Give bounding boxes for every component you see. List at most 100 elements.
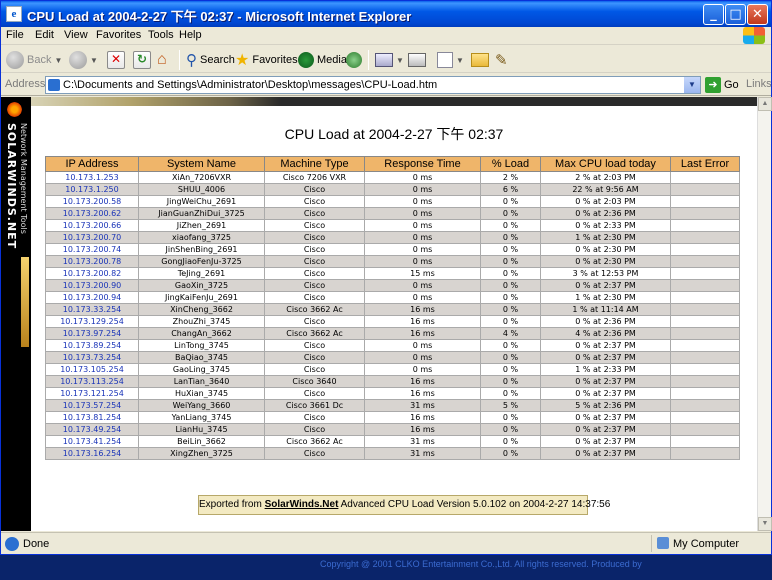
cell-system-name: TeJing_2691 xyxy=(138,267,265,280)
cell-last-error xyxy=(670,207,740,220)
cell-ip-address[interactable]: 10.173.121.254 xyxy=(45,387,139,400)
menu-view[interactable]: View xyxy=(64,29,88,41)
cell-max-cpu-load: 5 % at 2:36 PM xyxy=(540,399,671,412)
cell-ip-address[interactable]: 10.173.200.70 xyxy=(45,231,139,244)
menu-help[interactable]: Help xyxy=(179,29,202,41)
cell-max-cpu-load: 1 % at 2:33 PM xyxy=(540,363,671,376)
cell-load: 0 % xyxy=(480,291,541,304)
media-button[interactable]: Media xyxy=(298,49,347,71)
address-dropdown-icon[interactable]: ▼ xyxy=(684,77,700,93)
col-max-cpu-load[interactable]: Max CPU load today xyxy=(540,156,671,172)
refresh-button[interactable]: ↻ xyxy=(133,49,151,71)
cell-ip-address[interactable]: 10.173.200.62 xyxy=(45,207,139,220)
cell-max-cpu-load: 0 % at 2:30 PM xyxy=(540,243,671,256)
cell-ip-address[interactable]: 10.173.81.254 xyxy=(45,411,139,424)
col-response-time[interactable]: Response Time xyxy=(364,156,481,172)
cell-ip-address[interactable]: 10.173.200.82 xyxy=(45,267,139,280)
chevron-down-icon: ▼ xyxy=(54,55,63,65)
cell-ip-address[interactable]: 10.173.200.78 xyxy=(45,255,139,268)
folder-icon xyxy=(471,53,489,67)
col-last-error[interactable]: Last Error xyxy=(670,156,740,172)
maximize-button[interactable]: □ xyxy=(725,4,746,25)
scroll-down-icon[interactable]: ▼ xyxy=(758,517,772,531)
title-bar[interactable]: e CPU Load at 2004-2-27 下午 02:37 - Micro… xyxy=(1,1,771,27)
cell-system-name: ZhouZhi_3745 xyxy=(138,315,265,328)
col-load[interactable]: % Load xyxy=(480,156,541,172)
cell-ip-address[interactable]: 10.173.33.254 xyxy=(45,303,139,316)
cpu-load-table: IP Address System Name Machine Type Resp… xyxy=(45,156,740,460)
close-button[interactable]: ✕ xyxy=(747,4,768,25)
messenger-button[interactable]: ✎ xyxy=(495,49,508,71)
cell-ip-address[interactable]: 10.173.105.254 xyxy=(45,363,139,376)
cell-max-cpu-load: 1 % at 11:14 AM xyxy=(540,303,671,316)
cell-ip-address[interactable]: 10.173.73.254 xyxy=(45,351,139,364)
menu-tools[interactable]: Tools xyxy=(148,29,174,41)
cell-last-error xyxy=(670,291,740,304)
cell-ip-address[interactable]: 10.173.1.253 xyxy=(45,171,139,184)
menu-file[interactable]: File xyxy=(6,29,24,41)
edit-button[interactable]: ▼ xyxy=(437,49,464,71)
cell-response-time: 0 ms xyxy=(364,219,481,232)
cell-max-cpu-load: 0 % at 2:33 PM xyxy=(540,219,671,232)
cell-ip-address[interactable]: 10.173.129.254 xyxy=(45,315,139,328)
col-system-name[interactable]: System Name xyxy=(138,156,265,172)
cell-last-error xyxy=(670,435,740,448)
star-icon: ★ xyxy=(235,52,250,69)
cell-load: 0 % xyxy=(480,219,541,232)
cell-system-name: BeiLin_3662 xyxy=(138,435,265,448)
menu-edit[interactable]: Edit xyxy=(35,29,54,41)
table-row: 10.173.73.254 BaQiao_3745 Cisco 0 ms 0 % 0 % … xyxy=(45,351,740,364)
cell-ip-address[interactable]: 10.173.49.254 xyxy=(45,423,139,436)
cell-machine-type: Cisco xyxy=(264,351,365,364)
vertical-scrollbar[interactable]: ▲ ▼ xyxy=(757,97,772,531)
cell-ip-address[interactable]: 10.173.97.254 xyxy=(45,327,139,340)
back-button[interactable]: Back ▼ xyxy=(6,49,62,71)
col-ip-address[interactable]: IP Address xyxy=(45,156,139,172)
address-bar: Address C:\Documents and Settings\Admini… xyxy=(1,74,772,96)
cell-response-time: 0 ms xyxy=(364,351,481,364)
cell-last-error xyxy=(670,303,740,316)
cell-ip-address[interactable]: 10.173.200.66 xyxy=(45,219,139,232)
address-input[interactable]: C:\Documents and Settings\Administrator\… xyxy=(45,76,701,94)
mail-icon xyxy=(375,53,393,67)
menu-favorites[interactable]: Favorites xyxy=(96,29,141,41)
ie-app-icon[interactable]: e xyxy=(6,6,22,22)
cell-ip-address[interactable]: 10.173.200.94 xyxy=(45,291,139,304)
cell-ip-address[interactable]: 10.173.57.254 xyxy=(45,399,139,412)
links-button[interactable]: Links xyxy=(746,78,772,90)
cell-ip-address[interactable]: 10.173.1.250 xyxy=(45,183,139,196)
cell-ip-address[interactable]: 10.173.41.254 xyxy=(45,435,139,448)
cell-machine-type: Cisco 3662 Ac xyxy=(264,435,365,448)
forward-button[interactable]: ▼ xyxy=(69,49,98,71)
go-label: Go xyxy=(724,79,739,91)
scroll-up-icon[interactable]: ▲ xyxy=(758,97,772,111)
cell-system-name: LinTong_3745 xyxy=(138,339,265,352)
cell-ip-address[interactable]: 10.173.200.74 xyxy=(45,243,139,256)
stop-button[interactable]: ✕ xyxy=(107,49,125,71)
cell-ip-address[interactable]: 10.173.200.90 xyxy=(45,279,139,292)
table-row: 10.173.129.254 ZhouZhi_3745 Cisco 16 ms 0 % 0… xyxy=(45,315,740,328)
cell-max-cpu-load: 0 % at 2:37 PM xyxy=(540,423,671,436)
folder-button[interactable] xyxy=(471,49,489,71)
cell-system-name: XinCheng_3662 xyxy=(138,303,265,316)
solarwinds-link[interactable]: SolarWinds.Net xyxy=(265,499,339,510)
favorites-button[interactable]: ★ Favorites xyxy=(235,49,298,71)
history-button[interactable] xyxy=(346,49,362,71)
cell-ip-address[interactable]: 10.173.200.58 xyxy=(45,195,139,208)
go-button[interactable]: ➜ Go xyxy=(705,77,739,93)
print-button[interactable] xyxy=(408,49,426,71)
mail-button[interactable]: ▼ xyxy=(375,49,404,71)
cell-ip-address[interactable]: 10.173.113.254 xyxy=(45,375,139,388)
solarwinds-sun-icon xyxy=(6,101,23,118)
cell-response-time: 16 ms xyxy=(364,315,481,328)
cell-last-error xyxy=(670,327,740,340)
col-machine-type[interactable]: Machine Type xyxy=(264,156,365,172)
search-button[interactable]: ⚲ Search xyxy=(186,49,235,71)
cell-system-name: JingWeiChu_2691 xyxy=(138,195,265,208)
cell-ip-address[interactable]: 10.173.16.254 xyxy=(45,447,139,460)
cell-last-error xyxy=(670,423,740,436)
cell-ip-address[interactable]: 10.173.89.254 xyxy=(45,339,139,352)
minimize-button[interactable]: _ xyxy=(703,4,724,25)
cell-load: 0 % xyxy=(480,255,541,268)
home-button[interactable]: ⌂ xyxy=(157,49,167,71)
